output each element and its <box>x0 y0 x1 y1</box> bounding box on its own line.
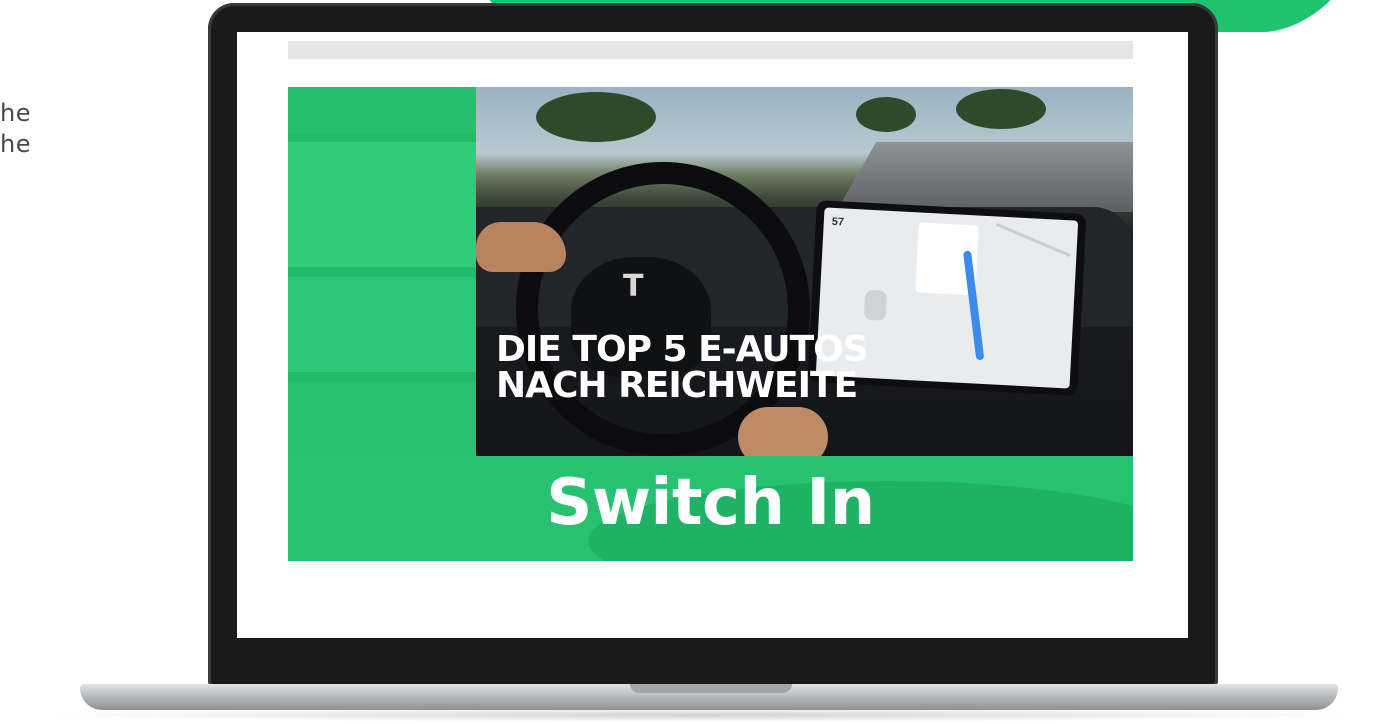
car-icon <box>863 289 888 321</box>
headline-line-1: DIE TOP 5 E-AUTOS <box>496 329 869 370</box>
bg-stripe <box>288 142 476 267</box>
left-hand <box>476 222 566 272</box>
cropped-side-text: he he <box>0 98 31 160</box>
bg-stripe <box>288 87 476 133</box>
video-thumbnail[interactable]: T 57 DIE TOP 5 E-AUTOS NACH REICHWEITE S… <box>288 87 1133 561</box>
video-headline: DIE TOP 5 E-AUTOS NACH REICHWEITE <box>496 329 869 406</box>
tree <box>856 97 916 132</box>
side-text-line-2: he <box>0 130 31 158</box>
laptop-screen: T 57 DIE TOP 5 E-AUTOS NACH REICHWEITE S… <box>237 32 1188 638</box>
tree <box>536 92 656 142</box>
laptop-shadow <box>40 708 1360 722</box>
laptop-notch <box>630 684 792 693</box>
side-text-line-1: he <box>0 99 31 127</box>
map-road <box>995 222 1071 257</box>
speed-readout: 57 <box>831 215 845 229</box>
headline-line-2: NACH REICHWEITE <box>496 365 858 406</box>
loading-placeholder-bar <box>288 41 1133 59</box>
right-hand <box>738 407 828 456</box>
tree <box>956 89 1046 129</box>
brand-title: Switch In <box>546 466 875 540</box>
bg-stripe <box>288 277 476 372</box>
tesla-logo-icon: T <box>623 269 644 304</box>
road <box>835 142 1133 212</box>
